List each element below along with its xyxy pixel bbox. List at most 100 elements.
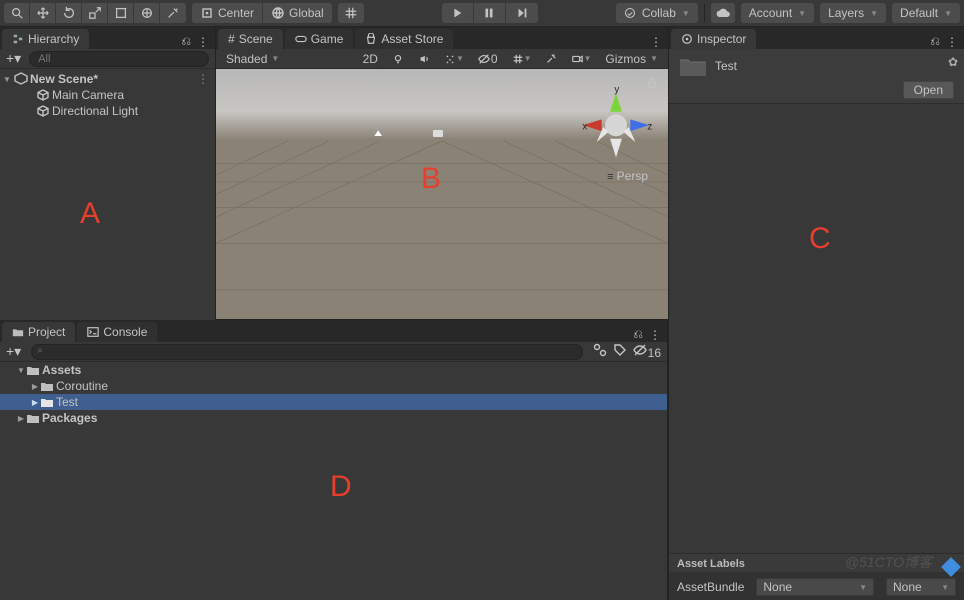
hierarchy-scene-row[interactable]: ▼ New Scene* ⋮ [0,71,215,87]
scene-visibility-toggle[interactable]: 0 [474,51,502,67]
asset-bundle-variant-dropdown[interactable]: None ▼ [886,578,956,596]
account-dropdown[interactable]: Account ▼ [741,3,814,23]
expand-arrow-icon[interactable]: ▶ [30,398,40,407]
shading-mode-dropdown[interactable]: Shaded▼ [222,51,283,67]
rect-tool-button[interactable] [108,3,134,23]
scene-panel-menu: ⋮ [650,35,666,49]
project-search: ⌕ [31,344,582,360]
caret-down-icon: ▼ [524,54,532,63]
layout-dropdown[interactable]: Default ▼ [892,3,960,23]
project-folder-packages[interactable]: ▶ Packages [0,410,667,426]
panel-menu-icon[interactable]: ⋮ [649,328,661,342]
folder-icon [12,326,24,338]
asset-bundle-label: AssetBundle [677,580,744,594]
expand-arrow-icon[interactable]: ▼ [16,366,26,375]
folder-label: Coroutine [56,379,108,393]
scale-tool-button[interactable] [82,3,108,23]
tab-hierarchy[interactable]: Hierarchy [2,29,89,49]
game-tab-label: Game [311,32,344,46]
transform-tool-button[interactable] [134,3,160,23]
step-button[interactable] [506,3,538,23]
project-control-row: +▾ ⌕ 16 [0,342,667,362]
cloud-services-button[interactable] [711,3,735,23]
open-button[interactable]: Open [903,81,954,99]
caret-down-icon: ▼ [583,54,591,63]
caret-down-icon: ▼ [941,583,949,592]
expand-arrow-icon[interactable]: ▼ [2,75,12,84]
camera-settings[interactable]: ▼ [567,51,595,67]
tab-inspector[interactable]: Inspector [671,29,756,49]
folder-icon [40,395,54,409]
caret-down-icon: ▼ [870,9,878,18]
asset-bundle-row: AssetBundle None ▼ None ▼ [669,572,964,600]
mode-2d-toggle[interactable]: 2D [359,51,382,67]
tab-console[interactable]: Console [77,322,157,342]
hierarchy-item[interactable]: Main Camera [0,87,215,103]
inspector-tab-label: Inspector [697,32,746,46]
panel-lock-icon[interactable]: ⎌ [633,327,643,342]
tab-project[interactable]: Project [2,322,75,342]
hand-tool-button[interactable] [4,3,30,23]
project-create-button[interactable]: +▾ [6,343,21,360]
scene-toolbar: Shaded▼ 2D ▼ 0 ▼ ▼ Gizmos▼ [216,49,668,69]
filter-by-label-button[interactable] [613,343,627,360]
scene-panel: # Scene Game Asset Store ⋮ [216,27,668,320]
project-folder-assets[interactable]: ▼ Assets [0,362,667,378]
hierarchy-item[interactable]: Directional Light [0,103,215,119]
project-right-controls: 16 [593,343,661,360]
project-folder-item[interactable]: ▶ Coroutine [0,378,667,394]
fx-toggle[interactable]: ▼ [440,51,468,67]
panel-lock-icon[interactable]: ⎌ [181,34,191,49]
scene-lock-icon[interactable] [642,75,662,91]
asset-store-tab-label: Asset Store [381,32,443,46]
annotation-a: A [80,199,100,229]
move-tool-button[interactable] [30,3,56,23]
scene-menu-icon[interactable]: ⋮ [197,72,209,86]
gizmos-dropdown[interactable]: Gizmos▼ [601,51,662,67]
asset-store-icon [365,33,377,45]
collab-label: Collab [642,6,676,20]
scene-icon: # [228,32,235,46]
hidden-visibility-button[interactable]: 16 [633,343,661,360]
caret-down-icon: ▼ [650,54,658,63]
project-folder-item-selected[interactable]: ▶ Test [0,394,667,410]
projection-mode-label[interactable]: ≡ Persp [607,169,648,183]
hierarchy-search-input[interactable] [29,51,209,67]
tools-toggle[interactable] [541,51,561,67]
gear-icon[interactable]: ✿ [948,55,958,69]
pause-button[interactable] [474,3,506,23]
grid-toggle[interactable]: ▼ [508,51,536,67]
snap-toggle-button[interactable] [338,3,364,23]
pivot-space-group: Center Global [192,3,332,23]
collab-dropdown[interactable]: Collab ▼ [616,3,698,23]
folder-label: Test [56,395,78,409]
pivot-mode-button[interactable]: Center [192,3,263,23]
play-button[interactable] [442,3,474,23]
account-label: Account [749,6,792,20]
lighting-toggle[interactable] [388,51,408,67]
asset-bundle-dropdown[interactable]: None ▼ [756,578,874,596]
asset-bundle-variant-value: None [893,580,922,594]
layers-dropdown[interactable]: Layers ▼ [820,3,886,23]
search-icon: ⌕ [37,345,43,356]
audio-toggle[interactable] [414,51,434,67]
scene-viewport[interactable]: x y z ≡ Persp B [216,69,668,319]
rotate-tool-button[interactable] [56,3,82,23]
tab-game[interactable]: Game [285,29,354,49]
tab-scene[interactable]: # Scene [218,29,283,49]
expand-arrow-icon[interactable]: ▶ [16,414,26,423]
panel-menu-icon[interactable]: ⋮ [650,35,662,49]
expand-arrow-icon[interactable]: ▶ [30,382,40,391]
panel-lock-icon[interactable]: ⎌ [930,34,940,49]
custom-tool-button[interactable] [160,3,186,23]
panel-menu-icon[interactable]: ⋮ [946,35,958,49]
filter-by-type-button[interactable] [593,343,607,360]
inspector-body: C [669,104,964,553]
project-tabs: Project Console ⎌ ⋮ [0,320,667,342]
panel-menu-icon[interactable]: ⋮ [197,35,209,49]
scene-camera-gizmo [433,130,443,137]
tab-asset-store[interactable]: Asset Store [355,29,453,49]
project-search-input[interactable] [31,344,582,360]
space-mode-button[interactable]: Global [263,3,332,23]
create-dropdown-button[interactable]: +▾ [6,50,21,67]
